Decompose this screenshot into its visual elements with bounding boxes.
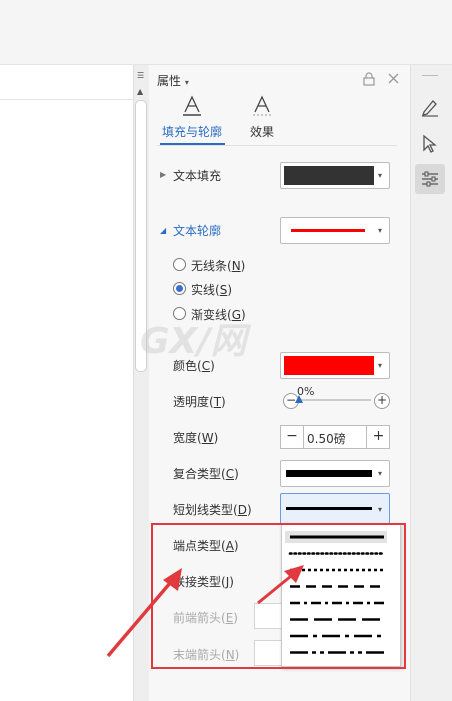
tab-divider	[157, 145, 397, 146]
width-stepper[interactable]: − 0.50磅 +	[280, 425, 390, 449]
transparency-slider-track[interactable]	[299, 399, 371, 401]
toolbar-grip	[422, 75, 438, 76]
chevron-down-icon: ▾	[378, 226, 383, 235]
tab-effect[interactable]: 效果	[250, 123, 274, 140]
text-outline-line-dropdown[interactable]: ▾	[280, 217, 390, 244]
text-fill-label: 文本填充	[173, 169, 222, 183]
radio-button-selected	[173, 282, 186, 295]
text-fill-swatch	[284, 166, 374, 185]
effect-tab-icon	[253, 95, 271, 116]
text-fill-color-dropdown[interactable]: ▾	[280, 162, 390, 189]
compound-type-label: 复合类型(C)	[173, 467, 239, 481]
page-top-edge	[0, 99, 133, 100]
chevron-down-icon: ▾	[378, 505, 383, 514]
sliders-icon	[422, 171, 438, 187]
compound-line-preview	[286, 470, 372, 477]
panel-title-chevron-icon: ▾	[184, 78, 189, 87]
annotation-arrow-line	[106, 574, 178, 658]
properties-button[interactable]	[415, 164, 445, 194]
tab-fill-outline[interactable]: 填充与轮廓	[162, 123, 222, 140]
outline-color-dropdown[interactable]: ▾	[280, 352, 390, 379]
chevron-down-icon: ▾	[378, 469, 383, 478]
radio-button	[173, 258, 186, 271]
chevron-down-icon: ▾	[378, 361, 383, 370]
panel-title-label: 属性	[157, 74, 182, 88]
compound-type-dropdown[interactable]: ▾	[280, 460, 390, 487]
width-label: 宽度(W)	[173, 431, 219, 445]
pen-icon[interactable]	[420, 97, 440, 117]
annotation-arrows	[106, 565, 304, 658]
close-icon[interactable]	[388, 73, 399, 84]
color-label: 颜色(C)	[173, 359, 215, 373]
fill-outline-tab-icon	[183, 95, 201, 116]
width-input[interactable]: 0.50磅	[307, 430, 346, 447]
collapse-arrow-icon[interactable]: ▶	[160, 170, 166, 179]
radio-no-line-label: 无线条(N)	[191, 259, 246, 273]
transparency-slider-handle[interactable]	[295, 395, 303, 403]
cursor-select-icon[interactable]	[421, 134, 439, 154]
width-decrease-button[interactable]: −	[281, 426, 304, 448]
text-outline-label: 文本轮廓	[173, 224, 222, 238]
radio-solid-line-label: 实线(S)	[191, 283, 232, 297]
top-toolbar	[0, 0, 452, 65]
outline-color-swatch	[284, 356, 374, 375]
right-toolbar	[410, 65, 452, 701]
outline-line-preview	[291, 229, 365, 232]
scroll-up-icon[interactable]: ▲	[137, 87, 143, 96]
expand-arrow-icon[interactable]: ◢	[160, 226, 166, 235]
dash-type-label: 短划线类型(D)	[173, 503, 252, 517]
panel-title[interactable]: 属性 ▾	[157, 72, 189, 89]
chevron-down-icon: ▾	[378, 171, 383, 180]
width-increase-button[interactable]: +	[366, 426, 390, 448]
scroll-menu-icon[interactable]: ☰	[137, 71, 144, 80]
dash-line-preview	[286, 507, 372, 510]
lock-icon[interactable]	[363, 72, 375, 86]
transparency-increase-button[interactable]: +	[374, 393, 390, 409]
transparency-label: 透明度(T)	[173, 395, 226, 409]
